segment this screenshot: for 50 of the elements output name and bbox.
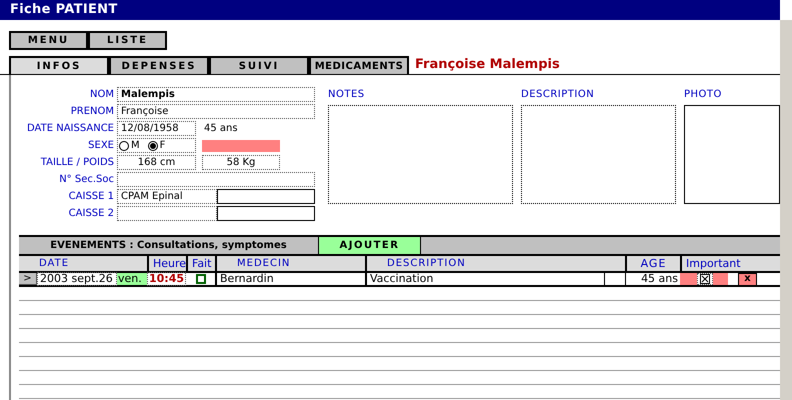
add-button[interactable]: AJOUTER xyxy=(319,237,421,254)
scrollbar[interactable] xyxy=(780,20,792,400)
delete-button[interactable]: x xyxy=(738,272,757,286)
time-cell: 10:45 xyxy=(147,272,186,286)
tab[interactable]: INFOS xyxy=(9,56,109,74)
input-field[interactable] xyxy=(217,206,315,221)
patient-name: Françoise Malempis xyxy=(415,56,560,74)
panel-label: DESCRIPTION xyxy=(521,88,596,102)
age-text: 45 ans xyxy=(204,122,238,136)
input-field[interactable]: 168 cm xyxy=(117,155,196,170)
column-header: DESCRIPTION xyxy=(365,256,625,271)
radio-option[interactable]: M xyxy=(119,139,140,152)
input-field[interactable] xyxy=(117,206,217,221)
field-label: PRENOM xyxy=(70,105,115,119)
nav-button[interactable]: LISTE xyxy=(88,31,167,50)
doctor-cell: Bernardin xyxy=(215,273,365,285)
column-header: DATE xyxy=(38,257,70,271)
panel-label: NOTES xyxy=(328,88,366,102)
input-field[interactable]: 12/08/1958 xyxy=(117,121,196,136)
weekday-cell: ven. xyxy=(117,273,147,285)
field-label: TAILLE / POIDS xyxy=(40,156,115,170)
window-title: Fiche PATIENT xyxy=(0,0,780,20)
tab[interactable]: MEDICAMENTS xyxy=(309,56,409,74)
radio-option[interactable]: F xyxy=(148,139,166,152)
field-label: CAISSE 2 xyxy=(68,207,115,221)
importance-marker xyxy=(713,273,728,285)
field-label: N° Sec.Soc xyxy=(58,173,115,187)
field-label: CAISSE 1 xyxy=(68,190,115,204)
importance-marker xyxy=(680,273,697,285)
done-checkbox[interactable] xyxy=(196,274,206,284)
nav-button[interactable]: MENU xyxy=(9,31,88,50)
input-field[interactable]: Malempis xyxy=(117,87,315,102)
column-header: Fait xyxy=(186,256,215,271)
field-label: DATE NAISSANCE xyxy=(26,122,115,136)
field-label: SEXE xyxy=(87,139,115,153)
input-field[interactable] xyxy=(217,189,315,204)
input-field[interactable]: Françoise xyxy=(117,104,315,119)
input-field[interactable]: 58 Kg xyxy=(202,155,280,170)
panel-label: PHOTO xyxy=(684,88,723,102)
column-header: AGE xyxy=(625,256,680,271)
description-cell: Vaccination xyxy=(365,273,605,285)
tab[interactable]: SUIVI xyxy=(209,56,309,74)
column-header: Heure xyxy=(147,256,186,271)
input-field[interactable]: CPAM Epinal xyxy=(117,189,217,204)
important-checkbox[interactable] xyxy=(697,273,713,285)
column-header: MEDECIN xyxy=(215,256,365,271)
tab[interactable]: DEPENSES xyxy=(109,56,209,74)
open-row-button[interactable]: > xyxy=(19,273,37,285)
field-label: NOM xyxy=(89,88,115,102)
input-field[interactable] xyxy=(117,172,315,187)
